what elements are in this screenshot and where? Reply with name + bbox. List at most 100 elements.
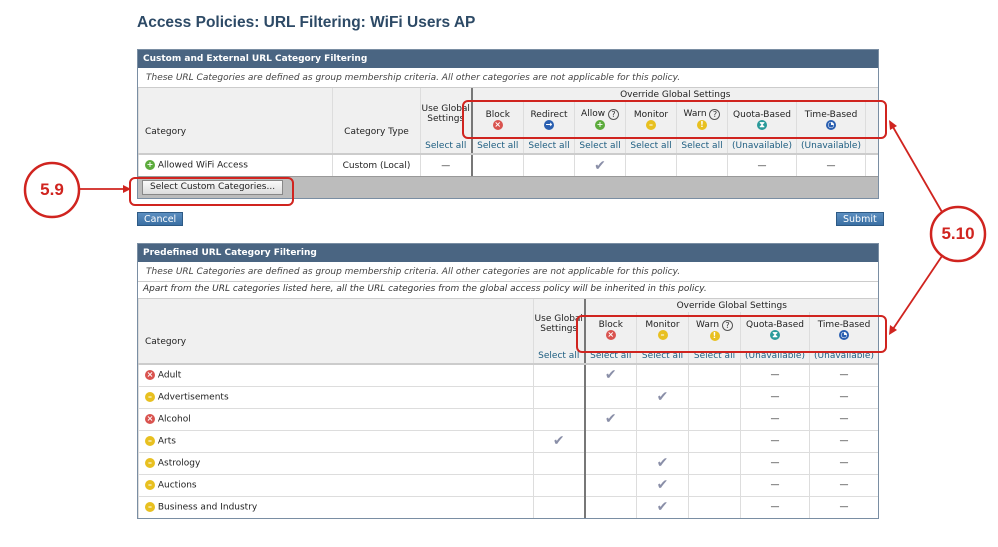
cancel-button[interactable]: Cancel xyxy=(137,212,184,226)
col-type: Category Type xyxy=(332,88,421,139)
predefined-category-panel: Predefined URL Category Filtering These … xyxy=(137,243,879,519)
warn-cell[interactable] xyxy=(688,473,741,496)
action-header-time-based: Time-Based ◔ xyxy=(809,312,878,349)
category-name: × Alcohol xyxy=(138,407,534,430)
warn-cell[interactable] xyxy=(688,451,741,474)
global-cell[interactable] xyxy=(533,473,585,496)
table-footer: Select Custom Categories... xyxy=(138,176,878,198)
checkmark-icon: ✔ xyxy=(604,367,617,384)
select-all-monitor[interactable]: Select all xyxy=(625,139,677,155)
unavailable-cell: — xyxy=(740,363,810,386)
panel-header: Custom and External URL Category Filteri… xyxy=(138,50,878,68)
action-header-monitor: Monitor – xyxy=(625,101,677,139)
table-row: × Adult ✔ — — xyxy=(138,363,878,386)
select-all-redirect[interactable]: Select all xyxy=(523,139,575,155)
block-cell[interactable] xyxy=(583,473,637,496)
monitor-cell[interactable]: ✔ xyxy=(636,451,689,474)
global-cell[interactable]: ✔ xyxy=(533,429,585,452)
clock-icon: ◔ xyxy=(839,330,849,341)
global-cell[interactable] xyxy=(533,451,585,474)
monitor-icon: – xyxy=(657,330,668,341)
monitor-cell[interactable] xyxy=(636,407,689,430)
block-cell[interactable] xyxy=(583,495,637,518)
unavailable-cell: — xyxy=(740,473,810,496)
global-cell[interactable] xyxy=(533,363,585,386)
warn-cell[interactable] xyxy=(688,363,741,386)
panel-header: Predefined URL Category Filtering xyxy=(138,244,878,262)
select-all-warn[interactable]: Select all xyxy=(688,349,741,365)
block-cell[interactable] xyxy=(583,429,637,452)
block-cell[interactable] xyxy=(583,451,637,474)
select-all-time-based: (Unavailable) xyxy=(796,139,866,155)
checkmark-icon: ✔ xyxy=(552,433,565,449)
block-cell[interactable] xyxy=(470,153,524,176)
select-all-block[interactable]: Select all xyxy=(583,349,637,365)
redirect-cell[interactable] xyxy=(523,153,575,176)
monitor-cell[interactable] xyxy=(625,153,677,176)
monitor-cell[interactable]: ✔ xyxy=(636,385,689,408)
select-all-global[interactable]: Select all xyxy=(533,349,585,365)
monitor-cell[interactable] xyxy=(636,429,689,452)
global-cell[interactable] xyxy=(533,407,585,430)
panel-note: These URL Categories are defined as grou… xyxy=(138,262,878,282)
monitor-cell[interactable]: ✔ xyxy=(636,495,689,518)
warn-cell[interactable] xyxy=(688,429,741,452)
monitor-icon: – xyxy=(646,119,656,130)
category-name: – Auctions xyxy=(138,473,534,496)
override-header: Override Global Settings xyxy=(583,299,878,312)
submit-button[interactable]: Submit xyxy=(836,212,884,226)
page-title: Access Policies: URL Filtering: WiFi Use… xyxy=(137,14,476,31)
action-header-allow: Allow ? + xyxy=(574,101,626,139)
monitor-cell[interactable]: ✔ xyxy=(636,473,689,496)
monitor-icon: – xyxy=(145,457,155,468)
warn-cell[interactable] xyxy=(676,153,728,176)
col-global: Use Global Settings xyxy=(533,299,585,349)
select-all-allow[interactable]: Select all xyxy=(574,139,626,155)
allow-icon: + xyxy=(595,120,605,131)
select-all-block[interactable]: Select all xyxy=(470,139,524,155)
action-header-quota-based: Quota-Based ⧗ xyxy=(727,101,797,139)
action-header-monitor: Monitor – xyxy=(636,312,689,349)
select-all-time-based: (Unavailable) xyxy=(809,349,878,365)
table-row: – Business and Industry ✔ — — xyxy=(138,495,878,518)
select-all-quota-based: (Unavailable) xyxy=(727,139,797,155)
global-cell[interactable] xyxy=(533,495,585,518)
block-cell[interactable]: ✔ xyxy=(583,407,637,430)
help-icon[interactable]: ? xyxy=(607,109,619,121)
col-category: Category xyxy=(138,299,534,349)
unavailable-cell: — xyxy=(740,495,810,518)
col-global: Use Global Settings xyxy=(420,88,472,139)
block-cell[interactable] xyxy=(583,385,637,408)
unavailable-cell: — xyxy=(809,451,878,474)
action-header-time-based: Time-Based ◔ xyxy=(796,101,866,139)
table-row: – Astrology ✔ — — xyxy=(138,451,878,474)
action-header-warn: Warn ?! xyxy=(688,312,741,349)
select-all-global[interactable]: Select all xyxy=(420,139,472,155)
category-type: Custom (Local) xyxy=(332,153,421,176)
category-name: – Astrology xyxy=(138,451,534,474)
global-cell: — xyxy=(420,153,472,176)
select-all-warn[interactable]: Select all xyxy=(676,139,728,155)
help-icon[interactable]: ? xyxy=(721,319,733,331)
action-header-block: Block × xyxy=(583,312,637,349)
help-icon[interactable]: ? xyxy=(709,109,721,121)
allow-cell[interactable]: ✔ xyxy=(574,153,626,176)
warn-cell[interactable] xyxy=(688,407,741,430)
table-row: + Allowed WiFi Access Custom (Local) — ✔ — — xyxy=(138,153,878,176)
predefined-category-table: Category Use Global Settings Override Glob… xyxy=(138,299,878,518)
checkmark-icon: ✔ xyxy=(656,455,669,471)
warn-icon: ! xyxy=(697,120,707,131)
category-name: – Business and Industry xyxy=(138,495,534,518)
unavailable-cell: — xyxy=(740,451,810,474)
warn-cell[interactable] xyxy=(688,385,741,408)
block-cell[interactable]: ✔ xyxy=(583,363,637,386)
unavailable-cell: — xyxy=(740,385,810,408)
warn-cell[interactable] xyxy=(688,495,741,518)
checkmark-icon: ✔ xyxy=(594,157,606,174)
select-all-monitor[interactable]: Select all xyxy=(636,349,689,365)
custom-category-panel: Custom and External URL Category Filteri… xyxy=(137,49,879,199)
checkmark-icon: ✔ xyxy=(656,499,669,516)
monitor-cell[interactable] xyxy=(636,363,689,386)
global-cell[interactable] xyxy=(533,385,585,408)
select-custom-categories-button[interactable]: Select Custom Categories... xyxy=(142,180,284,195)
